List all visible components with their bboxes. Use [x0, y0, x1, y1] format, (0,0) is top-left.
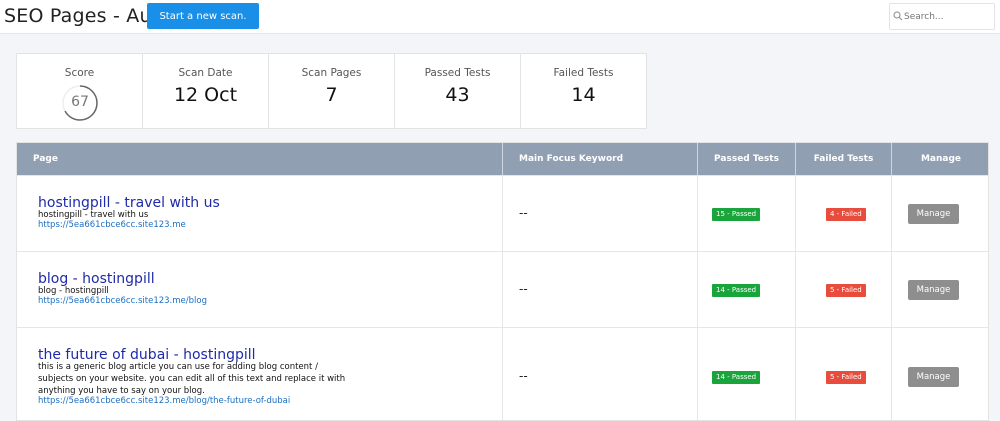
- stats-panel: Score 67 Scan Date 12 Oct Scan Pages 7 P…: [16, 53, 647, 129]
- stat-value-passed-tests: 43: [445, 84, 470, 106]
- manage-cell: Manage: [892, 176, 988, 251]
- failed-badge: 5 - Failed: [826, 371, 866, 384]
- table-row: hostingpill - travel with us hostingpill…: [17, 175, 988, 251]
- page-description: this is a generic blog article you can u…: [38, 362, 346, 396]
- stat-label-scan-date: Scan Date: [178, 67, 233, 79]
- score-value: 67: [71, 94, 89, 110]
- search-input[interactable]: [904, 8, 992, 26]
- passed-badge: 15 - Passed: [712, 208, 761, 221]
- manage-button[interactable]: Manage: [908, 204, 959, 224]
- search-box[interactable]: [889, 3, 995, 30]
- keyword-cell: --: [503, 176, 698, 251]
- stat-value-scan-pages: 7: [325, 84, 338, 106]
- page-url[interactable]: https://5ea661cbce6cc.site123.me: [38, 220, 186, 230]
- failed-badge: 5 - Failed: [826, 284, 866, 297]
- stat-label-failed-tests: Failed Tests: [553, 67, 614, 79]
- focus-keyword: --: [519, 369, 528, 383]
- manage-cell: Manage: [892, 252, 988, 327]
- focus-keyword: --: [519, 206, 528, 220]
- passed-cell: 15 - Passed: [698, 176, 796, 251]
- start-new-scan-button[interactable]: Start a new scan.: [147, 3, 259, 29]
- failed-cell: 4 - Failed: [796, 176, 892, 251]
- search-icon: [893, 11, 903, 21]
- passed-cell: 14 - Passed: [698, 328, 796, 420]
- top-bar: SEO Pages - Audit Start a new scan.: [0, 0, 1000, 34]
- table-row: the future of dubai - hostingpill this i…: [17, 327, 988, 420]
- column-header-passed: Passed Tests: [698, 143, 796, 175]
- passed-badge: 14 - Passed: [712, 284, 761, 297]
- table-header: Page Main Focus Keyword Passed Tests Fai…: [17, 143, 988, 175]
- focus-keyword: --: [519, 282, 528, 296]
- manage-button[interactable]: Manage: [908, 367, 959, 387]
- page-url[interactable]: https://5ea661cbce6cc.site123.me/blog/th…: [38, 396, 290, 406]
- table-row: blog - hostingpill blog - hostingpill ht…: [17, 251, 988, 327]
- column-header-manage: Manage: [920, 154, 962, 164]
- stat-score: Score 67: [16, 53, 143, 129]
- passed-badge: 14 - Passed: [712, 371, 761, 384]
- stat-scan-pages: Scan Pages 7: [268, 53, 395, 129]
- column-header-failed: Failed Tests: [796, 143, 892, 175]
- stat-value-failed-tests: 14: [571, 84, 596, 106]
- stat-label-passed-tests: Passed Tests: [424, 67, 491, 79]
- stat-failed-tests: Failed Tests 14: [520, 53, 647, 129]
- keyword-cell: --: [503, 328, 698, 420]
- pages-table: Page Main Focus Keyword Passed Tests Fai…: [16, 142, 989, 421]
- page-cell: hostingpill - travel with us hostingpill…: [17, 176, 503, 251]
- keyword-cell: --: [503, 252, 698, 327]
- page-cell: the future of dubai - hostingpill this i…: [17, 328, 503, 420]
- stat-passed-tests: Passed Tests 43: [394, 53, 521, 129]
- stat-label-score: Score: [64, 67, 95, 79]
- manage-button[interactable]: Manage: [908, 280, 959, 300]
- page-url[interactable]: https://5ea661cbce6cc.site123.me/blog: [38, 296, 207, 306]
- column-header-page: Page: [17, 143, 503, 175]
- stat-value-scan-date: 12 Oct: [173, 84, 238, 106]
- stat-label-scan-pages: Scan Pages: [301, 67, 362, 79]
- manage-cell: Manage: [892, 328, 988, 420]
- failed-cell: 5 - Failed: [796, 252, 892, 327]
- stat-scan-date: Scan Date 12 Oct: [142, 53, 269, 129]
- failed-cell: 5 - Failed: [796, 328, 892, 420]
- column-header-keyword: Main Focus Keyword: [503, 143, 698, 175]
- page-cell: blog - hostingpill blog - hostingpill ht…: [17, 252, 503, 327]
- passed-cell: 14 - Passed: [698, 252, 796, 327]
- failed-badge: 4 - Failed: [826, 208, 866, 221]
